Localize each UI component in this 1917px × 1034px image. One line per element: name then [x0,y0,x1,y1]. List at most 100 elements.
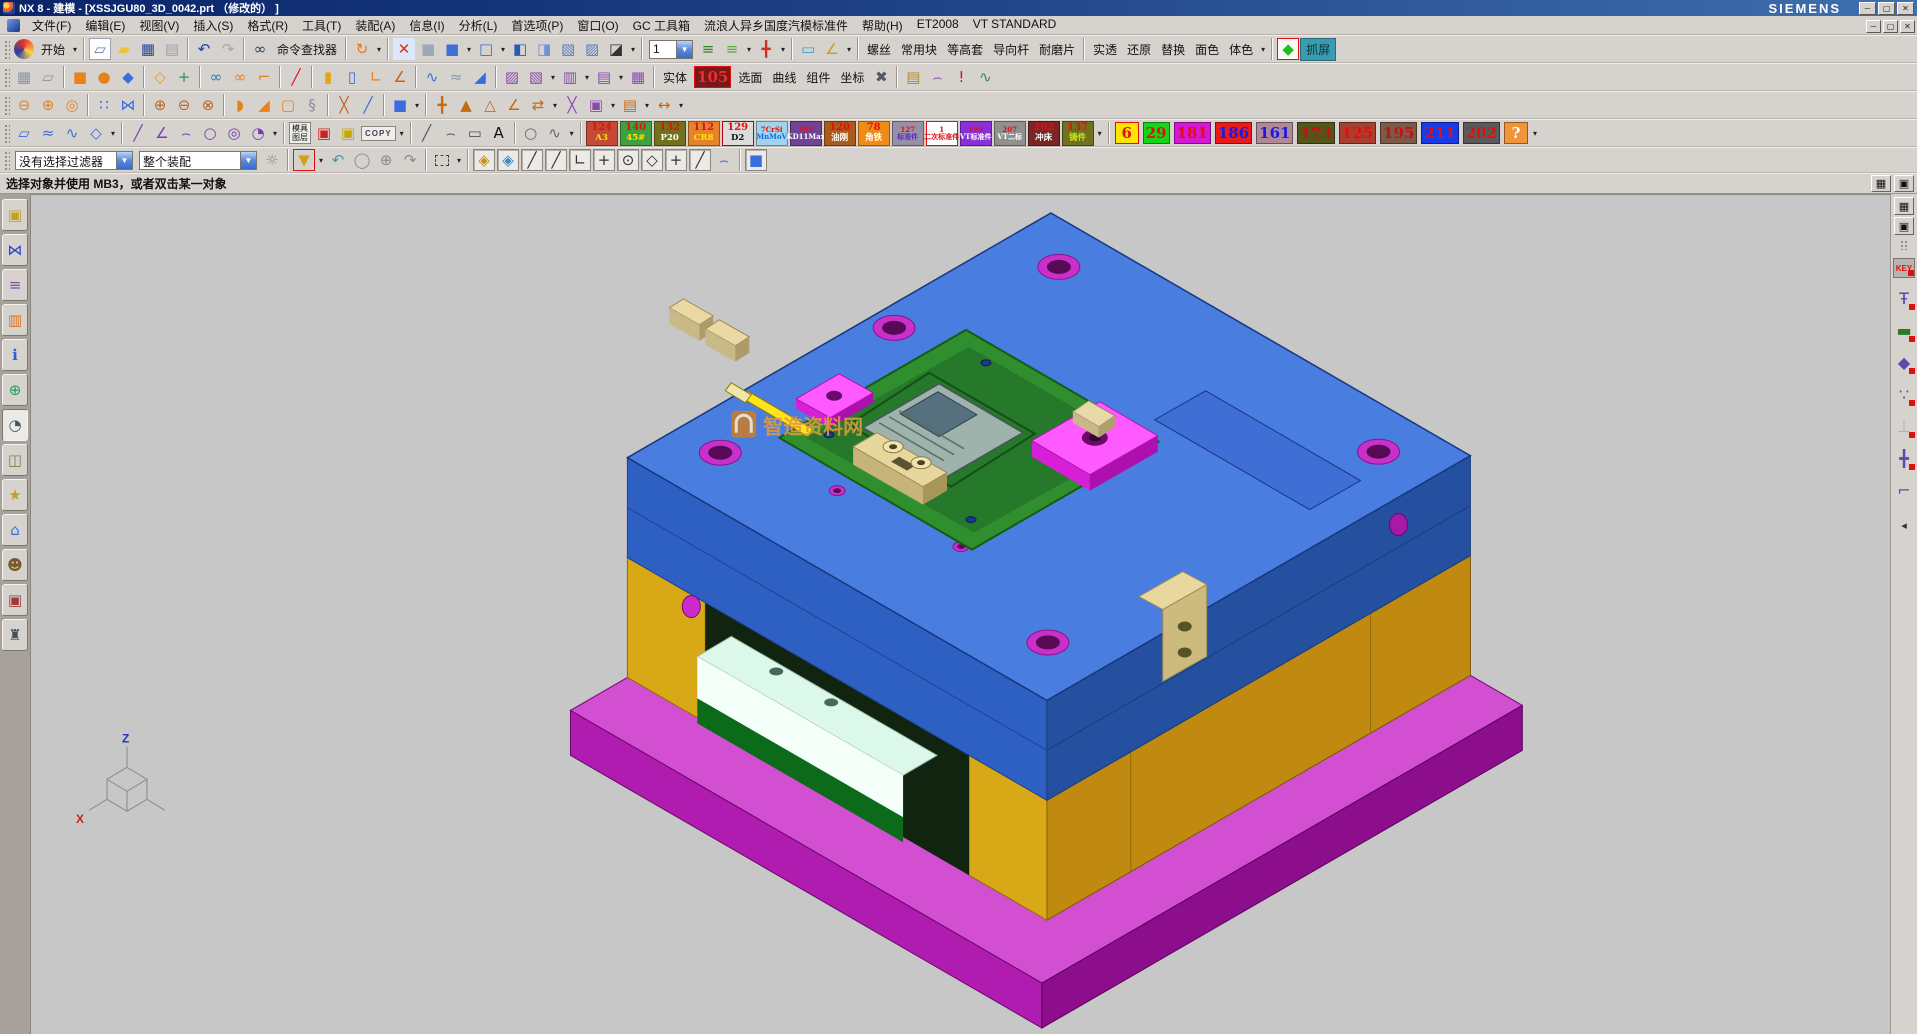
block-feature-icon[interactable]: ■ [69,66,91,88]
machine-tab[interactable]: ♜ [2,619,28,651]
mdi-minimize-button[interactable]: ─ [1866,20,1881,33]
solid-body-snap-icon[interactable]: ■ [745,149,767,171]
menu-item[interactable]: GC 工具箱 [626,17,697,34]
material-1-erci[interactable]: 1二次标准件 [926,121,958,146]
materials-dropdown-icon[interactable]: ▾ [1095,129,1105,138]
offset-face-icon[interactable]: △ [479,94,501,116]
guide-rod-button[interactable]: 导向杆 [988,39,1034,60]
wave-link-icon[interactable]: ▨ [501,66,523,88]
draft-face-icon[interactable]: ∠ [503,94,525,116]
dropdown-arrow-icon[interactable]: ▾ [316,156,326,165]
patch-face-icon[interactable]: ▤ [619,94,641,116]
pad-icon[interactable]: ⊕ [37,94,59,116]
prism-icon[interactable]: ◢ [469,66,491,88]
wave-geometry-icon[interactable]: ▧ [525,66,547,88]
dropdown-arrow-icon[interactable]: ▾ [548,73,558,82]
shortcut-161[interactable]: 161 [1256,122,1293,144]
view-binocular-icon[interactable]: ∞ [205,66,227,88]
hidden-edges-icon[interactable]: ▨ [581,38,603,60]
menu-item[interactable]: 首选项(P) [504,17,570,34]
menu-item[interactable]: 帮助(H) [855,17,910,34]
alert-icon[interactable]: ! [950,66,972,88]
chamfer-icon[interactable]: ◢ [253,94,275,116]
clip-bracket-icon[interactable]: ⌐ [253,66,275,88]
body-display-icon[interactable]: ■ [389,94,411,116]
ruled-surface-icon[interactable]: ▱ [13,122,35,144]
web-browser-tab[interactable]: ⊕ [2,374,28,406]
no-section-icon[interactable]: ╱ [285,66,307,88]
corner-icon[interactable]: ∟ [365,66,387,88]
material-127-biaozhunjian[interactable]: 127标准件 [892,121,924,146]
sweep-icon[interactable]: ∿ [421,66,443,88]
view-group-combo[interactable]: 1▼ [649,40,693,59]
selection-scope-combo[interactable]: 整个装配▼ [139,151,257,170]
material-132-p20[interactable]: 132P20 [654,121,686,146]
close-button[interactable]: ✕ [1897,2,1914,15]
background-icon[interactable]: ◪ [605,38,627,60]
wcs-triad[interactable] [89,746,165,811]
slide-library-icon[interactable]: ▬ [1893,317,1915,343]
clip-thumbnail-icon[interactable]: ▦ [1871,175,1891,192]
menu-item[interactable]: ET2008 [910,17,966,34]
edge-blend-icon[interactable]: ◗ [229,94,251,116]
highlight-rollover-icon[interactable]: ◈ [473,149,495,171]
menu-item[interactable]: 插入(S) [186,17,240,34]
measure-icon[interactable]: ▭ [797,38,819,60]
shortcut-6[interactable]: 6 [1115,122,1139,144]
common-block-button[interactable]: 常用块 [896,39,942,60]
open-icon[interactable]: ▰ [113,38,135,60]
numbers-dropdown-icon[interactable]: ▾ [1530,129,1540,138]
shaded-view-icon[interactable]: ■ [417,38,439,60]
dropdown-arrow-icon[interactable]: ▾ [454,156,464,165]
viewport-canvas[interactable]: 智造资料网 Z X [31,195,1890,1034]
minimize-button[interactable]: ─ [1859,2,1876,15]
screw-library-icon[interactable]: Ŧ [1893,285,1915,311]
menu-item[interactable]: 信息(I) [402,17,451,34]
sketch-arc-icon[interactable]: ⌢ [175,122,197,144]
marquee-select-icon[interactable] [431,149,453,171]
reset-filter-icon[interactable]: ↶ [327,149,349,171]
extrude-icon[interactable]: ◆ [117,66,139,88]
section-binocular-icon[interactable]: ∞ [229,66,251,88]
clamp-library-icon[interactable]: ⌐ [1893,477,1915,503]
dropdown-arrow-icon[interactable]: ▾ [567,129,577,138]
material-199-vt[interactable]: 199VT标准件 [960,121,992,146]
rectangle-icon[interactable]: ▭ [464,122,486,144]
pattern-icon[interactable]: ∷ [93,94,115,116]
shortcut-195[interactable]: 195 [1380,122,1417,144]
material-165-kd11max[interactable]: 165KD11Max [790,121,822,146]
height-sleeve-button[interactable]: 等高套 [942,39,988,60]
translucent-button[interactable]: 实透 [1088,39,1122,60]
material-202-chongchuang[interactable]: 202冲床 [1028,121,1060,146]
datum-plane-icon[interactable]: ◇ [149,66,171,88]
visualization-tab[interactable]: ★ [2,479,28,511]
fitting-library-icon[interactable]: ╋ [1893,445,1915,471]
snap-arc-center-icon[interactable]: ⊙ [617,149,639,171]
shortcut-173[interactable]: 173 [1297,122,1334,144]
circle-diameter-icon[interactable]: ◎ [223,122,245,144]
selection-filter-combo-button[interactable]: ▼ [116,152,132,169]
menu-item[interactable]: 流浪人异乡国度汽模标准件 [697,17,855,34]
undo-icon[interactable]: ↶ [193,38,215,60]
sphere-select-icon[interactable]: ◯ [351,149,373,171]
hd3d-tool-tab[interactable]: ℹ [2,339,28,371]
component-select-button[interactable]: 组件 [801,67,835,88]
screw-tool-button[interactable]: 螺丝 [862,39,896,60]
dropdown-arrow-icon[interactable]: ▾ [582,73,592,82]
nx-app-icon[interactable] [14,39,34,59]
wcs-dynamics-icon[interactable]: ╋ [755,38,777,60]
menu-item[interactable]: 分析(L) [452,17,505,34]
general-filter-icon[interactable]: ▼ [293,149,315,171]
dropdown-arrow-icon[interactable]: ▾ [628,45,638,54]
layer-settings-icon[interactable]: ≡ [697,38,719,60]
csys-select-button[interactable]: 坐标 [835,67,869,88]
history-tab[interactable]: ◔ [2,409,28,441]
sketch-profile-icon[interactable]: ∠ [151,122,173,144]
badge-105[interactable]: 105 [694,66,731,88]
collapse-arrow-icon[interactable]: ◂ [1893,512,1915,538]
pull-face-icon[interactable]: ▲ [455,94,477,116]
ejector-pin-library-icon[interactable]: ⊥ [1893,413,1915,439]
shortcut-help[interactable]: ? [1504,122,1528,144]
selection-filter-combo[interactable]: 没有选择过滤器▼ [15,151,133,170]
promote-body-icon[interactable]: ▥ [559,66,581,88]
